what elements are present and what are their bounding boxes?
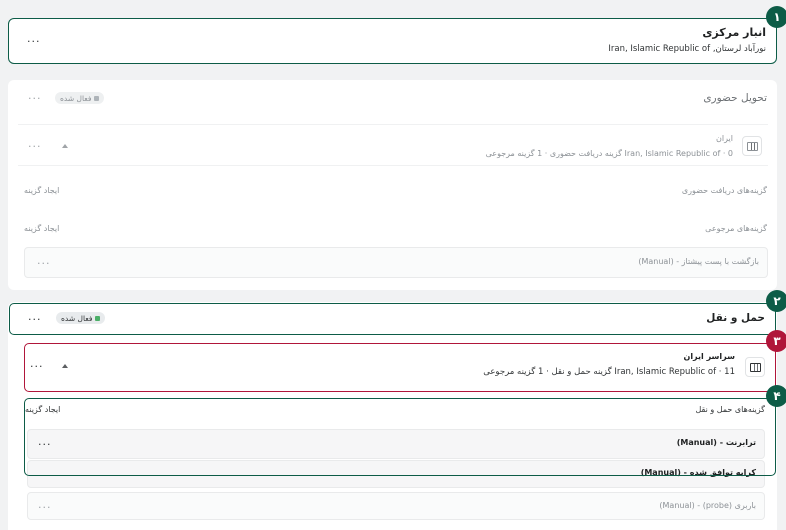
shipping-zone-name: سراسر ایران bbox=[683, 352, 735, 361]
pickup-zone-map-box bbox=[742, 136, 762, 156]
pickup-status-text: فعال شده bbox=[60, 93, 92, 103]
shipping-rate-label: باربری (probe) - (Manual) bbox=[659, 501, 756, 510]
warehouse-card: انبار مرکزی نورآباد لرستان, Iran, Islami… bbox=[8, 18, 777, 64]
shipping-status-text: فعال شده bbox=[61, 313, 93, 323]
shipping-menu-button[interactable]: ··· bbox=[28, 314, 42, 325]
pickup-card: تحویل حضوری فعال شده ··· ایران Iran, Isl… bbox=[8, 80, 777, 290]
pickup-status-badge: فعال شده bbox=[55, 92, 105, 104]
chevron-up-icon[interactable] bbox=[62, 144, 68, 148]
pickup-title: تحویل حضوری bbox=[703, 92, 767, 104]
map-icon bbox=[749, 362, 761, 372]
callout-badge-3: ۳ bbox=[766, 330, 786, 352]
pickup-return-option-menu-button[interactable]: ··· bbox=[37, 258, 51, 269]
shipping-title: حمل و نقل bbox=[706, 312, 765, 324]
chevron-up-icon[interactable] bbox=[62, 364, 68, 368]
pickup-options-heading: گزینه‌های دریافت حضوری bbox=[681, 186, 767, 195]
pickup-return-option-label: بازگشت با پست پیشتاز - (Manual) bbox=[638, 257, 759, 266]
callout-badge-4: ۴ bbox=[766, 385, 786, 407]
pickup-zone-row[interactable]: ایران Iran, Islamic Republic of · 0 گزین… bbox=[18, 124, 768, 166]
pickup-zone-name: ایران bbox=[716, 134, 733, 143]
shipping-zone-menu-button[interactable]: ··· bbox=[30, 361, 44, 372]
pickup-options-create-link[interactable]: ایجاد گزینه bbox=[24, 186, 59, 195]
warehouse-title: انبار مرکزی bbox=[702, 26, 766, 39]
map-icon bbox=[746, 141, 758, 151]
shipping-rate-row[interactable]: باربری (probe) - (Manual) ··· bbox=[27, 492, 765, 520]
shipping-status-badge: فعال شده bbox=[56, 312, 106, 324]
pickup-menu-button[interactable]: ··· bbox=[28, 93, 42, 104]
shipping-zone-summary: Iran, Islamic Republic of · 11 گزینه حمل… bbox=[483, 367, 735, 377]
shipping-options-callout-frame bbox=[24, 398, 776, 476]
status-dot-icon bbox=[95, 315, 101, 321]
pickup-zone-menu-button[interactable]: ··· bbox=[28, 141, 42, 152]
callout-badge-2: ۲ bbox=[766, 290, 786, 312]
pickup-return-option-row[interactable]: بازگشت با پست پیشتاز - (Manual) ··· bbox=[24, 247, 768, 278]
shipping-header: حمل و نقل فعال شده ··· bbox=[9, 303, 776, 335]
shipping-zone-map-box bbox=[745, 357, 765, 377]
shipping-rate-menu-button[interactable]: ··· bbox=[38, 502, 52, 513]
callout-badge-1: ۱ bbox=[766, 6, 786, 28]
pickup-returns-heading: گزینه‌های مرجوعی bbox=[705, 224, 767, 233]
pickup-zone-summary: Iran, Islamic Republic of · 0 گزینه دریا… bbox=[485, 149, 733, 158]
pickup-returns-create-link[interactable]: ایجاد گزینه bbox=[24, 224, 59, 233]
warehouse-address: نورآباد لرستان, Iran, Islamic Republic o… bbox=[608, 44, 766, 54]
status-dot-icon bbox=[94, 95, 100, 101]
shipping-zone-row[interactable]: سراسر ایران Iran, Islamic Republic of · … bbox=[24, 343, 776, 392]
warehouse-menu-button[interactable]: ··· bbox=[27, 36, 41, 47]
